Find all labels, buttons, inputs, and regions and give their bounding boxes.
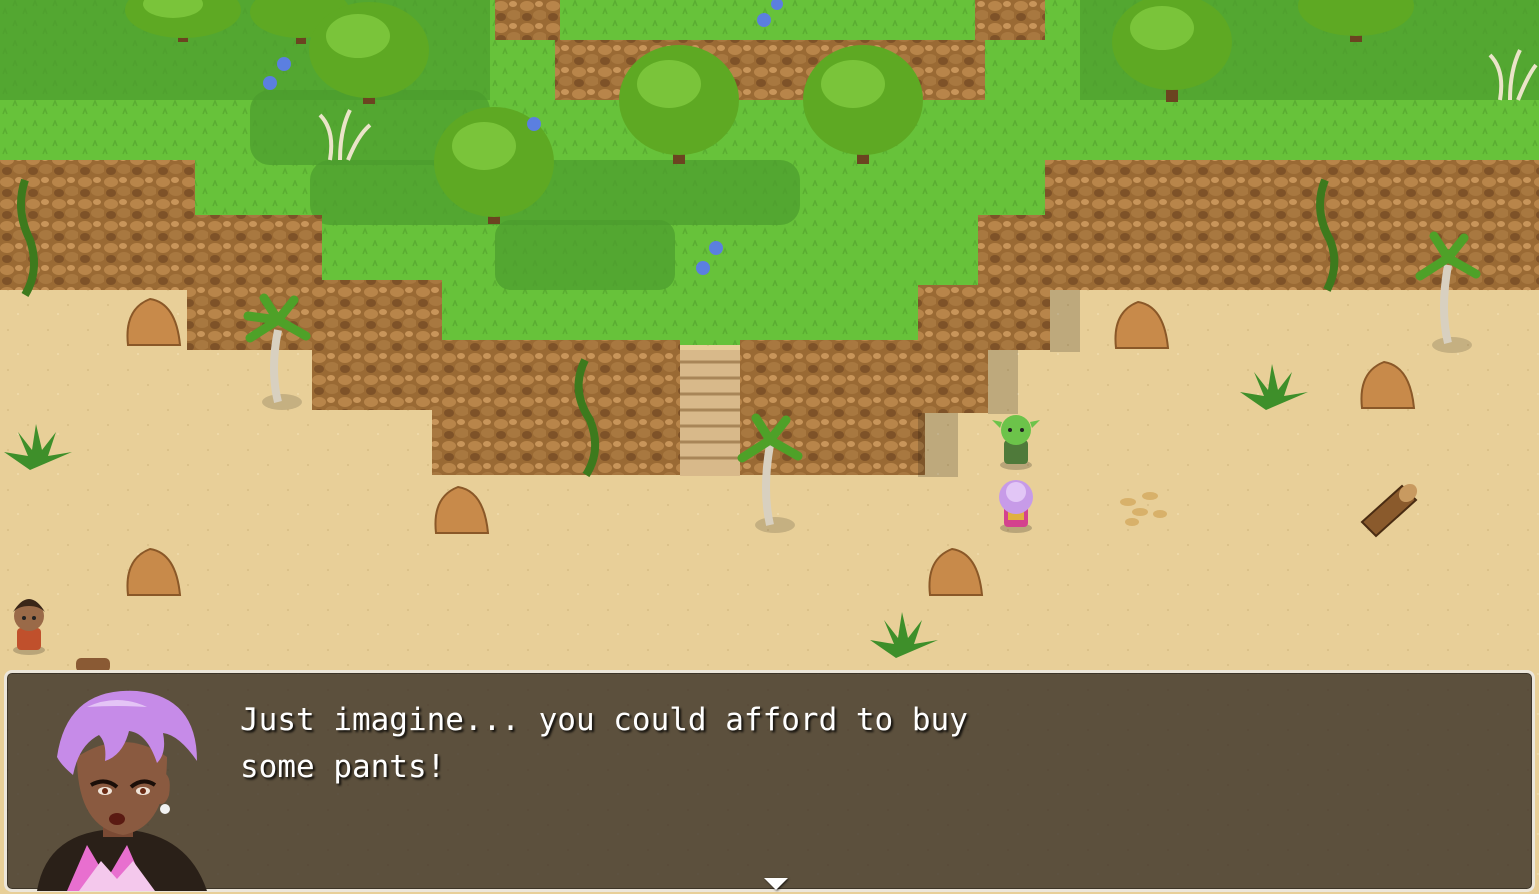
dark-grass-patch: [495, 220, 675, 290]
cliff-wall: [312, 280, 442, 410]
cliff-shadow: [918, 413, 958, 477]
stone-stairs[interactable]: [680, 350, 740, 476]
cliff-wall: [432, 340, 680, 475]
down-triangle-icon[interactable]: [764, 878, 788, 890]
cliff-shadow: [988, 350, 1018, 414]
dark-grass-patch: [310, 160, 800, 225]
message-line-2: some pants!: [240, 749, 446, 785]
cliff-wall: [918, 285, 988, 413]
message-window[interactable]: Just imagine... you could afford to buy …: [4, 670, 1535, 892]
message-line-1: Just imagine... you could afford to buy: [240, 702, 968, 738]
player-character[interactable]: [999, 480, 1033, 533]
message-text: Just imagine... you could afford to buy …: [240, 697, 1440, 791]
game-screen: Just imagine... you could afford to buy …: [0, 0, 1539, 894]
cliff-wall: [0, 160, 195, 290]
cliff-shadow: [1050, 290, 1080, 352]
speaker-portrait: [37, 690, 207, 891]
cliff-wall: [978, 215, 1050, 350]
